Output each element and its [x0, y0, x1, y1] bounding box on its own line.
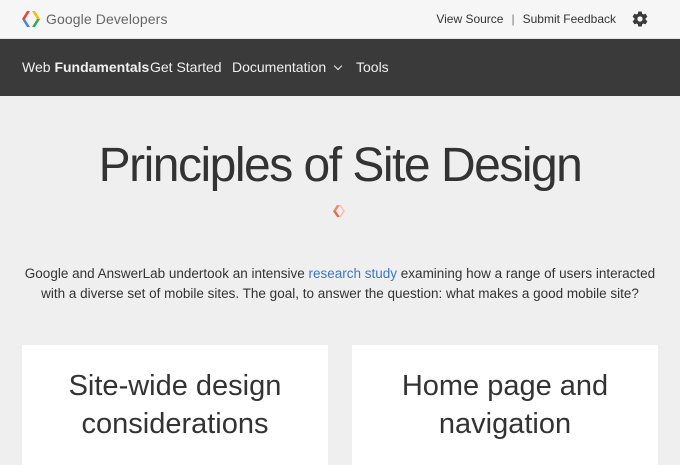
header-links: View Source | Submit Feedback [436, 12, 616, 26]
research-study-link[interactable]: research study [309, 266, 398, 281]
logo-text: Google Developers [46, 11, 168, 27]
nav-brand-prefix: Web [22, 59, 51, 75]
google-developers-logo-icon [22, 11, 40, 27]
gear-icon[interactable] [631, 10, 649, 28]
submit-feedback-link[interactable]: Submit Feedback [523, 12, 616, 26]
chevron-down-icon [333, 61, 343, 71]
top-header: Google Developers View Source | Submit F… [0, 0, 680, 39]
card-title: Site-wide design considerations [22, 367, 328, 443]
nav-documentation-label: Documentation [232, 59, 327, 75]
nav-brand-bold: Fundamentals [54, 59, 150, 75]
card-title-line2: navigation [438, 408, 572, 440]
intro-paragraph: Google and AnswerLab undertook an intens… [20, 264, 660, 304]
main-nav: Web Fundamentals Get Started Documentati… [0, 39, 680, 96]
card-title-line2: considerations [81, 408, 269, 440]
card-title: Home page and navigation [352, 367, 658, 443]
view-source-link[interactable]: View Source [436, 12, 503, 26]
nav-documentation[interactable]: Documentation [232, 59, 343, 75]
header-link-separator: | [511, 12, 515, 26]
card-home-page-navigation[interactable]: Home page and navigation [352, 345, 658, 465]
nav-tools[interactable]: Tools [356, 59, 389, 75]
brand-chevron-icon [333, 205, 345, 217]
page-title: Principles of Site Design [98, 139, 583, 192]
intro-text-before: Google and AnswerLab undertook an intens… [24, 265, 309, 281]
google-developers-logo[interactable]: Google Developers [22, 9, 168, 29]
card-title-line1: Site-wide design [68, 370, 282, 402]
card-site-wide-design[interactable]: Site-wide design considerations [22, 345, 328, 465]
nav-get-started[interactable]: Get Started [150, 59, 222, 75]
card-title-line1: Home page and [401, 370, 609, 402]
nav-web-fundamentals[interactable]: Web Fundamentals [22, 59, 149, 75]
